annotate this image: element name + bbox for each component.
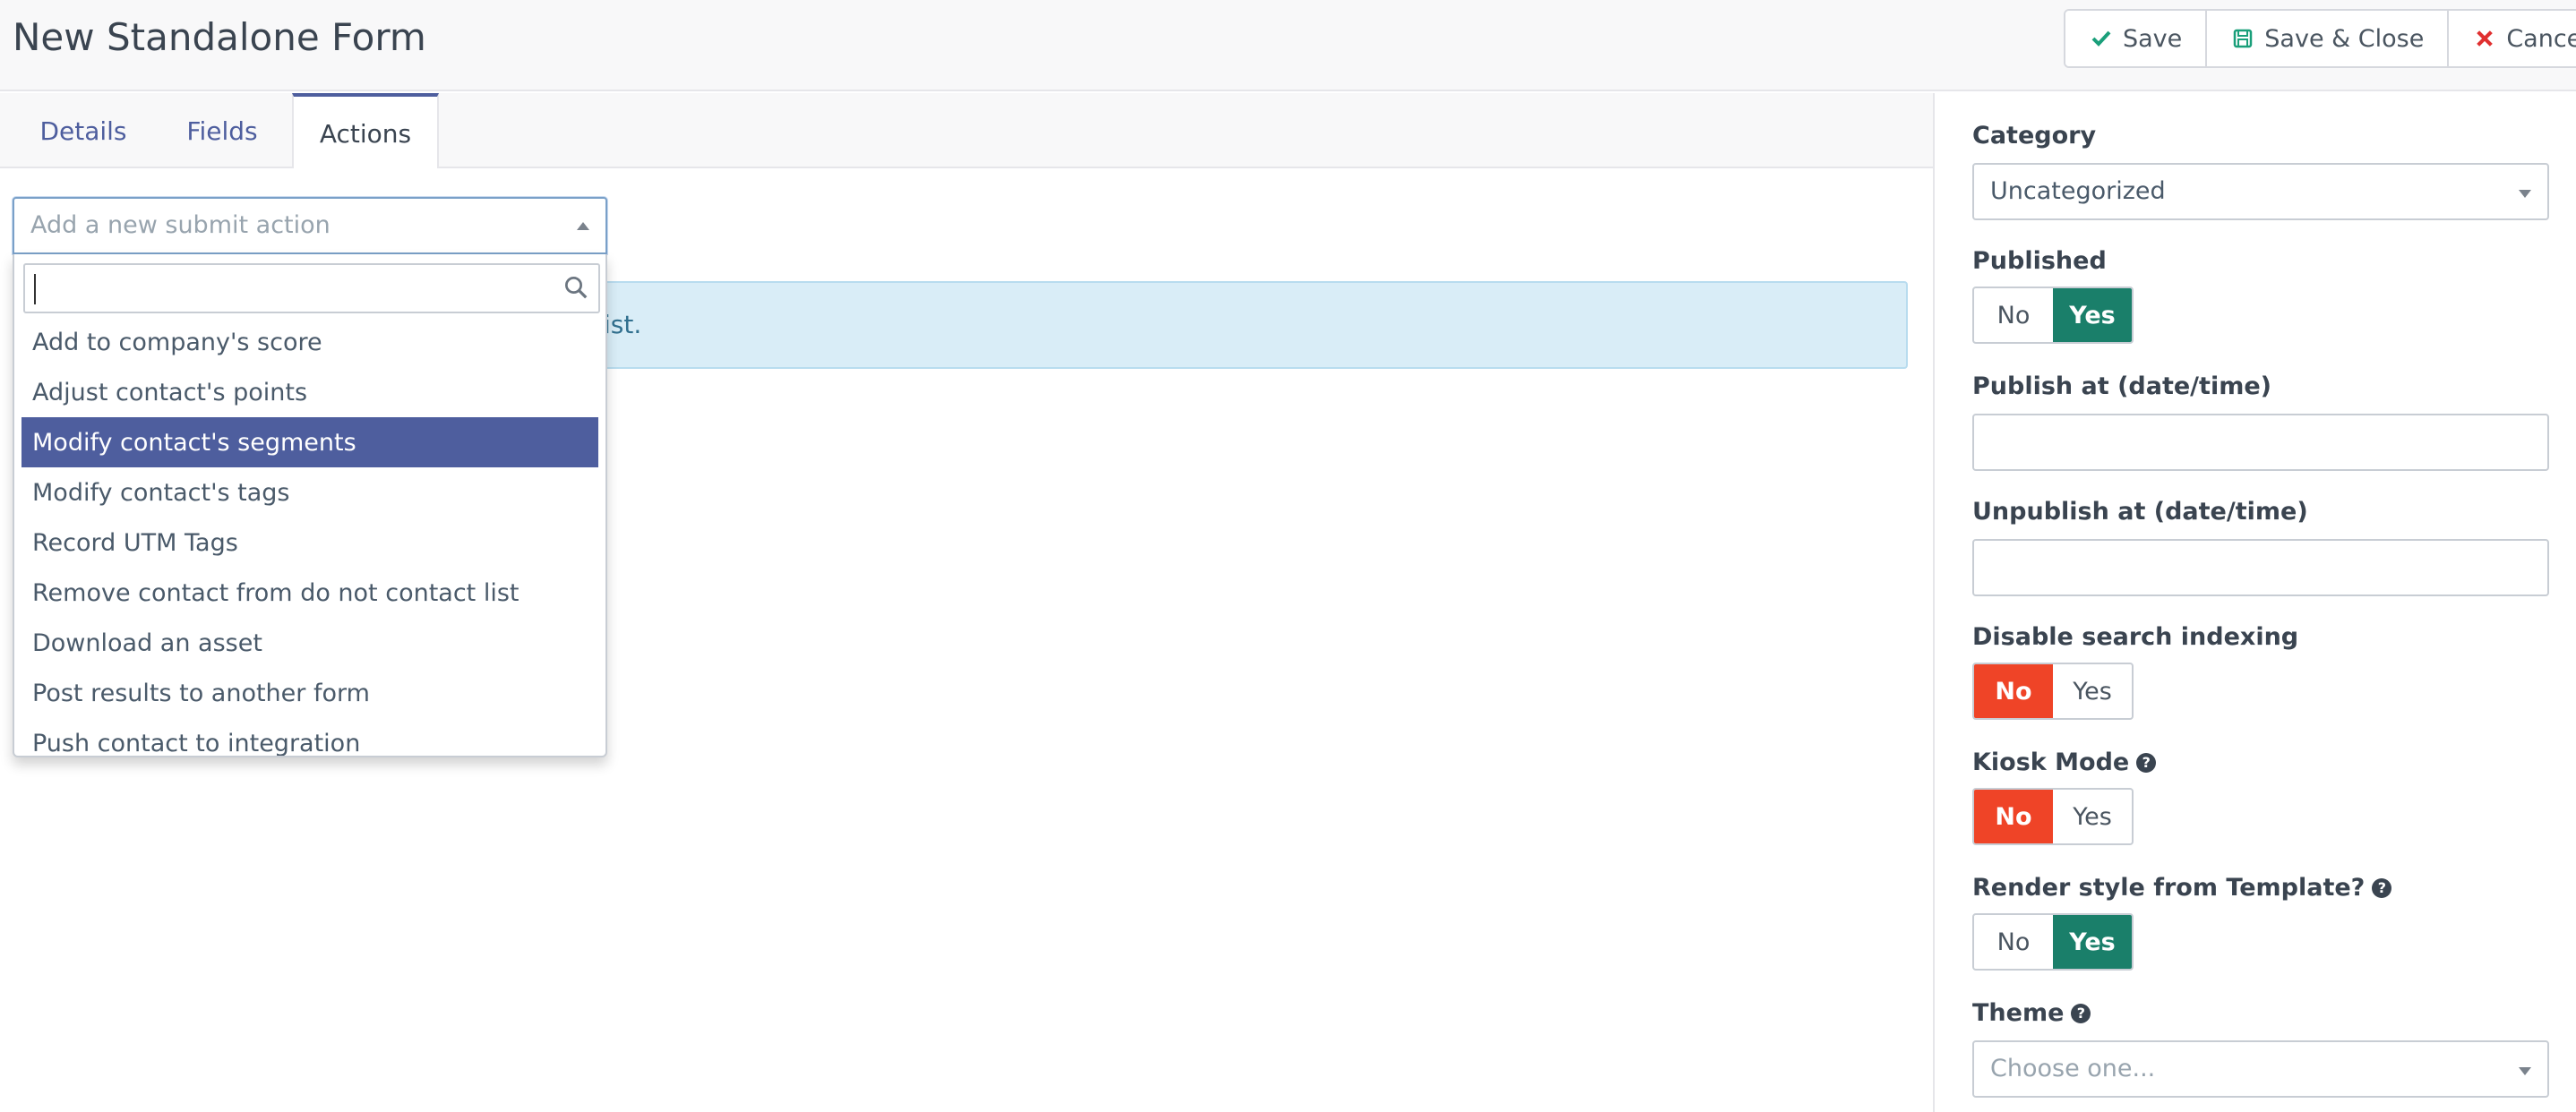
page-title: New Standalone Form xyxy=(13,15,426,59)
publish-up-label: Publish at (date/time) xyxy=(1972,372,2271,400)
chevron-down-icon xyxy=(2519,190,2531,198)
option-record-utm-tags[interactable]: Record UTM Tags xyxy=(14,518,605,568)
submit-action-placeholder: Add a new submit action xyxy=(30,211,331,239)
submit-action-select[interactable]: Add a new submit action xyxy=(13,197,607,254)
no-index-label: Disable search indexing xyxy=(1972,623,2299,651)
category-label: Category xyxy=(1972,122,2097,150)
dropdown-options: Add to company's score Adjust contact's … xyxy=(14,317,605,757)
no-index-no-button[interactable]: No xyxy=(1974,664,2053,718)
tab-details[interactable]: Details xyxy=(18,93,149,168)
check-icon xyxy=(2089,26,2114,51)
save-close-button-label: Save & Close xyxy=(2264,24,2425,53)
kiosk-mode-toggle: No Yes xyxy=(1972,788,2134,845)
chevron-down-icon xyxy=(2519,1067,2531,1075)
header-button-group: Save Save & Close Cancel xyxy=(2064,9,2576,68)
help-icon[interactable]: ? xyxy=(2071,1003,2091,1023)
tab-fields[interactable]: Fields xyxy=(161,93,283,168)
info-alert-text: ist. xyxy=(604,310,642,339)
actions-panel: ist. Add a new submit action Add to comp… xyxy=(0,168,1933,1112)
floppy-disk-icon xyxy=(2230,26,2255,51)
published-yes-button[interactable]: Yes xyxy=(2053,288,2132,342)
theme-placeholder: Choose one... xyxy=(1990,1055,2156,1082)
publish-down-input[interactable] xyxy=(1972,539,2549,596)
option-push-to-integration[interactable]: Push contact to integration xyxy=(14,718,605,757)
option-download-asset[interactable]: Download an asset xyxy=(14,618,605,668)
save-close-button[interactable]: Save & Close xyxy=(2207,11,2450,66)
form-properties-sidebar: Category Uncategorized Published No Yes … xyxy=(1933,93,2576,1112)
option-modify-contact-tags[interactable]: Modify contact's tags xyxy=(14,467,605,518)
published-no-button[interactable]: No xyxy=(1974,288,2053,342)
help-icon[interactable]: ? xyxy=(2136,752,2157,773)
option-adjust-contact-points[interactable]: Adjust contact's points xyxy=(14,367,605,417)
tab-bar: Details Fields Actions xyxy=(0,93,1933,170)
cancel-button[interactable]: Cancel xyxy=(2449,11,2576,66)
category-select[interactable]: Uncategorized xyxy=(1972,163,2549,220)
kiosk-mode-no-button[interactable]: No xyxy=(1974,790,2053,843)
category-value: Uncategorized xyxy=(1990,177,2166,205)
theme-select[interactable]: Choose one... xyxy=(1972,1040,2549,1098)
option-modify-contact-segments[interactable]: Modify contact's segments xyxy=(21,417,598,467)
render-style-label: Render style from Template? ? xyxy=(1972,874,2392,902)
page-header: New Standalone Form Save Save & Close Ca… xyxy=(0,0,2576,91)
publish-up-input[interactable] xyxy=(1972,414,2549,471)
render-style-yes-button[interactable]: Yes xyxy=(2053,915,2132,969)
publish-down-label: Unpublish at (date/time) xyxy=(1972,498,2308,526)
published-toggle: No Yes xyxy=(1972,287,2134,344)
save-button[interactable]: Save xyxy=(2065,11,2208,66)
tab-actions[interactable]: Actions xyxy=(292,93,439,170)
dropdown-search-input[interactable] xyxy=(23,263,600,313)
option-remove-from-dnc[interactable]: Remove contact from do not contact list xyxy=(14,568,605,618)
published-label: Published xyxy=(1972,247,2107,275)
no-index-toggle: No Yes xyxy=(1972,663,2134,720)
option-post-results[interactable]: Post results to another form xyxy=(14,668,605,718)
no-index-yes-button[interactable]: Yes xyxy=(2053,664,2132,718)
render-style-no-button[interactable]: No xyxy=(1974,915,2053,969)
text-cursor xyxy=(34,274,36,304)
help-icon[interactable]: ? xyxy=(2372,877,2392,898)
save-button-label: Save xyxy=(2123,24,2183,53)
kiosk-mode-label: Kiosk Mode ? xyxy=(1972,748,2157,776)
option-add-company-score[interactable]: Add to company's score xyxy=(14,317,605,367)
chevron-up-icon xyxy=(577,222,589,230)
theme-label: Theme ? xyxy=(1972,999,2091,1027)
submit-action-dropdown: Add to company's score Adjust contact's … xyxy=(13,254,607,757)
kiosk-mode-yes-button[interactable]: Yes xyxy=(2053,790,2132,843)
close-icon xyxy=(2472,26,2497,51)
render-style-toggle: No Yes xyxy=(1972,913,2134,971)
search-icon xyxy=(562,274,589,301)
cancel-button-label: Cancel xyxy=(2506,24,2576,53)
